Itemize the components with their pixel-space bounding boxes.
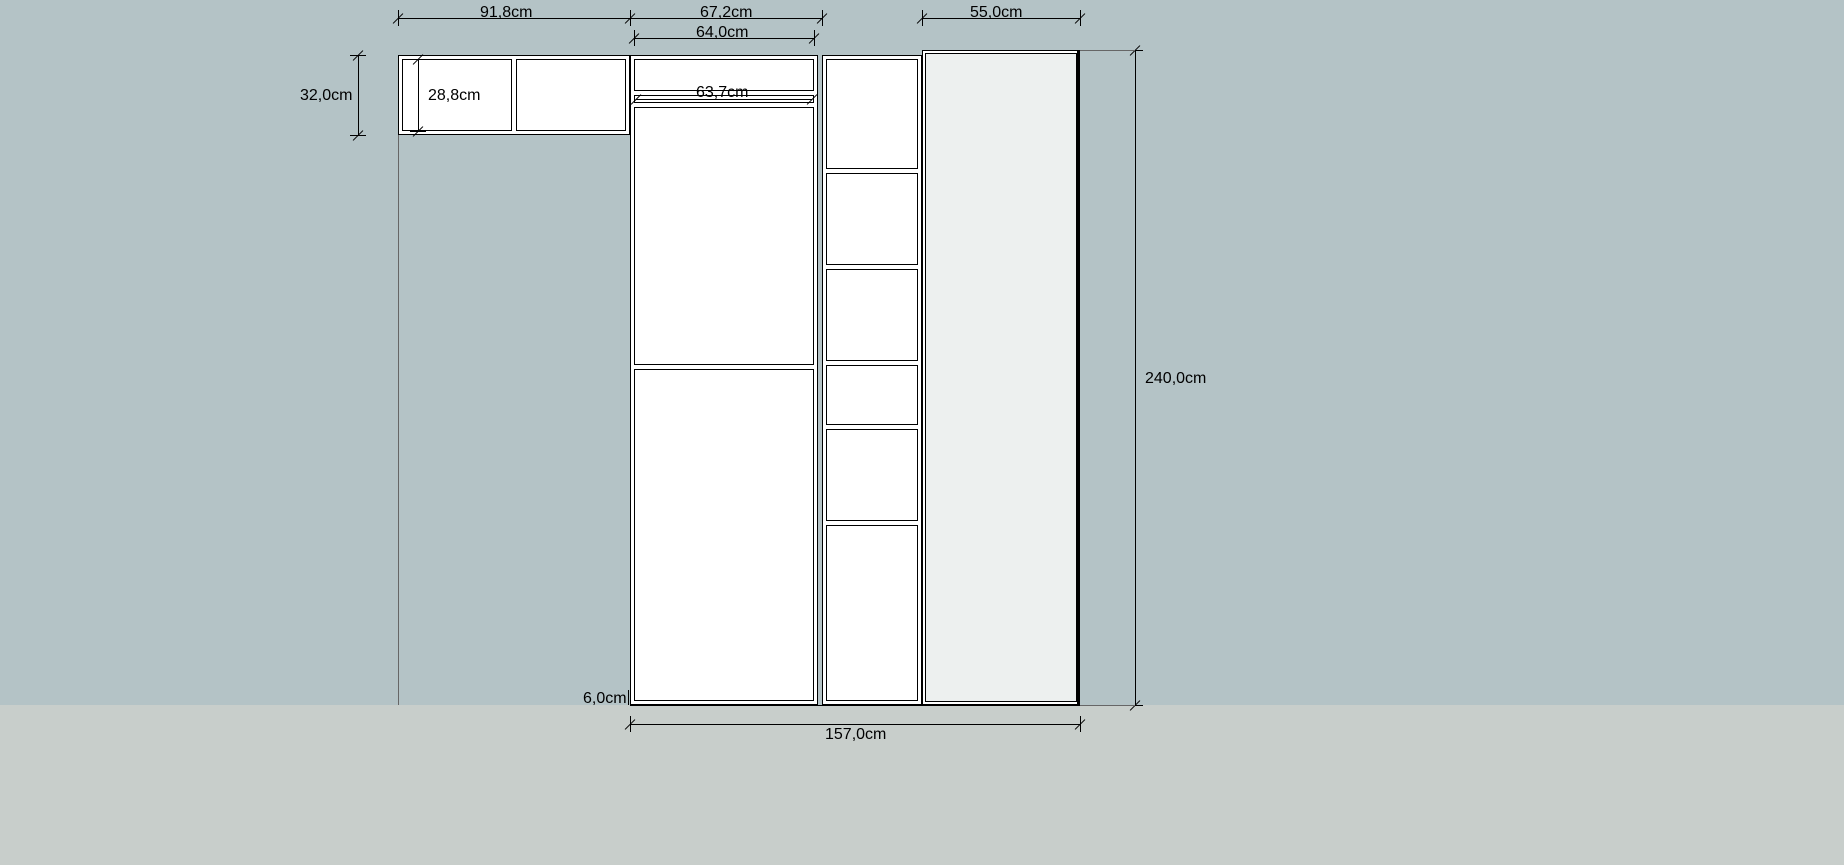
dim-label-top-mid: 67,2cm [700, 4, 752, 22]
top-shelf-compartment-2 [516, 59, 626, 131]
dim-label-top-right: 55,0cm [970, 4, 1022, 22]
wardrobe-right-door [925, 53, 1077, 702]
shelf-2 [826, 173, 918, 265]
dim-label-shelf-inner: 64,0cm [696, 24, 748, 42]
shelf-5 [826, 429, 918, 521]
extension-line [1080, 50, 1135, 51]
dim-tick [922, 10, 923, 26]
ground-plane [0, 705, 1844, 865]
dim-tick [1080, 10, 1081, 26]
dim-tick [350, 55, 366, 56]
dim-tick [814, 30, 815, 46]
dim-line-left-outer [358, 55, 359, 135]
dim-tick [398, 10, 399, 26]
dim-tick [1080, 716, 1081, 732]
dim-label-left-inner: 28,8cm [428, 87, 480, 105]
extension-line [1080, 705, 1135, 706]
dim-tick [628, 690, 629, 705]
wardrobe-left-upper-space [634, 107, 814, 365]
dim-tick [630, 716, 631, 732]
dim-label-plinth: 6,0cm [583, 690, 627, 708]
dim-label-left-outer: 32,0cm [300, 87, 352, 105]
wardrobe-right-edge [1077, 50, 1080, 705]
floor-line [630, 705, 1080, 706]
dim-line-bottom [630, 724, 1080, 725]
shelf-4 [826, 365, 918, 425]
dim-tick [410, 131, 426, 132]
dim-label-total-height: 240,0cm [1145, 370, 1206, 388]
shelf-6 [826, 525, 918, 701]
shelf-3 [826, 269, 918, 361]
dim-line-left-inner [418, 59, 419, 131]
drawing-canvas: 91,8cm 67,2cm 64,0cm 63,7cm 55,0cm 32,0c… [0, 0, 1844, 865]
dim-tick [410, 59, 426, 60]
dim-tick [634, 30, 635, 46]
dim-tick [350, 135, 366, 136]
dim-label-rail: 63,7cm [696, 84, 748, 102]
dim-line-total-height [1135, 50, 1136, 705]
dim-tick [822, 10, 823, 26]
dim-label-top-left: 91,8cm [480, 4, 532, 22]
shelf-1 [826, 59, 918, 169]
dim-label-bottom: 157,0cm [825, 726, 886, 744]
extension-line-left [398, 135, 399, 705]
wardrobe-left-lower-space [634, 369, 814, 701]
